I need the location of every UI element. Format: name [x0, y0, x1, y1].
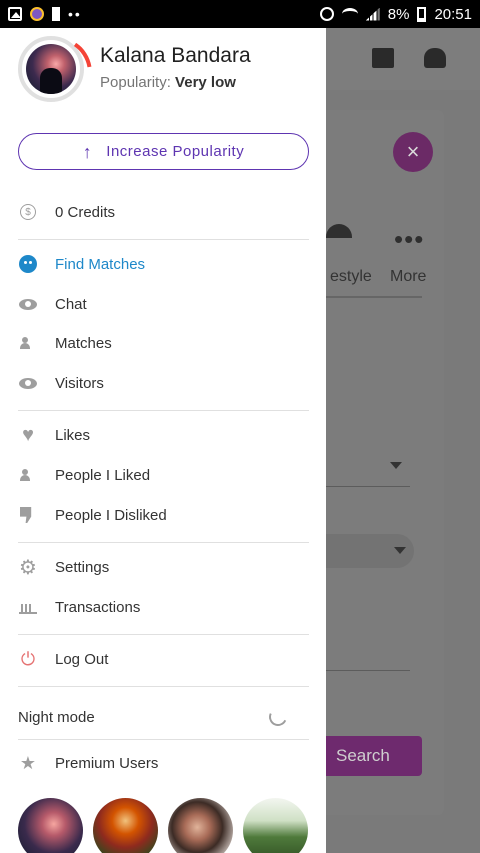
tab-more: More [390, 268, 427, 285]
divider [18, 239, 309, 240]
menu-item-likes[interactable]: ♥ Likes [18, 422, 309, 448]
eye-icon [18, 373, 38, 393]
gear-icon: ⚙ [19, 556, 37, 579]
premium-user-avatar[interactable] [18, 798, 83, 853]
divider [18, 542, 309, 543]
menu-item-label: 0 Credits [55, 203, 116, 221]
menu-item-credits[interactable]: $ 0 Credits [18, 199, 309, 225]
menu-item-label: Log Out [55, 650, 109, 668]
popularity-status: Popularity: Very low [100, 74, 236, 91]
clipboard-notification-icon [52, 7, 60, 21]
menu-item-label: People I Disliked [55, 506, 167, 524]
divider [18, 739, 309, 740]
menu-item-label: Matches [55, 334, 112, 352]
popularity-value: Very low [175, 74, 236, 91]
menu-item-people-liked[interactable]: People I Liked [18, 462, 309, 488]
increase-popularity-label: Increase Popularity [106, 143, 245, 160]
premium-user-avatar[interactable] [93, 798, 158, 853]
night-mode-label: Night mode [18, 708, 95, 726]
profile-header[interactable]: Kalana Bandara Popularity: Very low [18, 36, 326, 106]
menu-item-visitors[interactable]: Visitors [18, 370, 309, 396]
divider [18, 686, 309, 687]
credit-coin-icon: $ [18, 202, 38, 222]
status-bar: •• 8% 20:51 [0, 0, 480, 28]
moon-icon[interactable] [266, 705, 290, 729]
menu-item-label: Transactions [55, 598, 141, 616]
menu-item-people-disliked[interactable]: People I Disliked [18, 502, 309, 528]
menu-item-logout[interactable]: ⏻ Log Out [18, 646, 309, 672]
more-dots-icon: ••• [394, 224, 425, 254]
bank-icon [18, 597, 38, 617]
chevron-down-icon [394, 547, 406, 554]
battery-percent: 8% [387, 5, 410, 23]
clock: 20:51 [434, 5, 472, 23]
chevron-down-icon [390, 462, 402, 469]
more-notifications-icon: •• [68, 6, 82, 22]
night-mode-toggle[interactable]: Night mode [18, 704, 309, 730]
field-underline [326, 486, 410, 487]
increase-popularity-button[interactable]: ↑ Increase Popularity [18, 133, 309, 170]
gallery-notification-icon [8, 7, 22, 21]
alarm-icon [319, 7, 334, 21]
notifications-bell-icon [424, 48, 446, 68]
menu-item-label: Chat [55, 295, 87, 313]
menu-item-transactions[interactable]: Transactions [18, 594, 309, 620]
face-icon [18, 254, 38, 274]
eye-icon [18, 294, 38, 314]
star-icon: ★ [19, 752, 37, 773]
person-add-icon [18, 465, 38, 485]
navigation-drawer: Kalana Bandara Popularity: Very low ↑ In… [0, 28, 326, 853]
divider [18, 410, 309, 411]
people-check-icon [18, 333, 38, 353]
menu-item-settings[interactable]: ⚙ Settings [18, 554, 309, 580]
avatar [26, 44, 76, 94]
popularity-ring [18, 36, 84, 102]
chat-icon [372, 48, 394, 68]
menu-item-matches[interactable]: Matches [18, 330, 309, 356]
tab-lifestyle: estyle [330, 268, 372, 285]
battery-icon [417, 6, 427, 22]
field-underline [326, 670, 410, 671]
app-notification-icon [30, 7, 44, 21]
menu-item-label: Likes [55, 426, 91, 444]
signal-icon [365, 7, 380, 21]
menu-item-label: People I Liked [55, 466, 151, 484]
menu-item-chat[interactable]: Chat [18, 291, 309, 317]
thumb-down-icon [18, 505, 38, 525]
close-icon: × [393, 132, 433, 172]
power-icon: ⏻ [20, 648, 36, 669]
menu-item-find-matches[interactable]: Find Matches [18, 251, 309, 277]
premium-users-label: Premium Users [55, 754, 159, 772]
divider [18, 634, 309, 635]
search-button: Search [322, 736, 422, 776]
popularity-label: Popularity: [100, 74, 171, 91]
user-name: Kalana Bandara [100, 44, 251, 67]
heart-icon: ♥ [22, 423, 34, 446]
tab-underline [326, 296, 422, 298]
premium-user-avatar[interactable] [168, 798, 233, 853]
wifi-icon [341, 8, 358, 20]
menu-item-label: Find Matches [55, 255, 146, 273]
menu-item-label: Settings [55, 558, 110, 576]
menu-item-label: Visitors [55, 374, 104, 392]
premium-user-avatar[interactable] [243, 798, 308, 853]
arrow-up-icon: ↑ [82, 141, 93, 162]
premium-users-header: ★ Premium Users [18, 750, 309, 776]
premium-users-list [18, 798, 308, 853]
